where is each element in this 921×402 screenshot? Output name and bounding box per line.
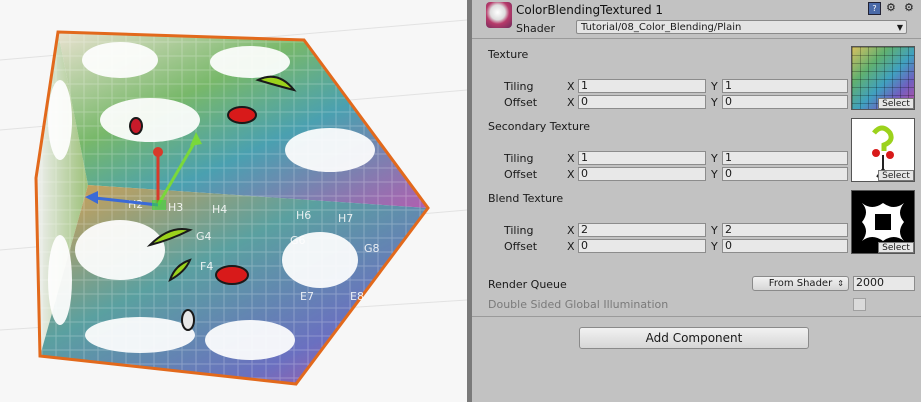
blend-texture-title: Blend Texture	[488, 192, 564, 205]
blend-tiling-y[interactable]: 2	[722, 223, 848, 237]
shader-label: Shader	[516, 22, 555, 35]
secondary-offset-x[interactable]: 0	[578, 167, 706, 181]
cell-label: G8	[364, 242, 380, 255]
blend-offset-x[interactable]: 0	[578, 239, 706, 253]
render-queue-mode-dropdown[interactable]: From Shader ⇕	[752, 276, 849, 291]
secondary-select-button[interactable]: Select	[878, 170, 914, 181]
blend-offset-y[interactable]: 0	[722, 239, 848, 253]
offset-label: Offset	[504, 168, 538, 181]
inspector-panel: ColorBlendingTextured 1 Shader Tutorial/…	[472, 0, 921, 402]
render-queue-mode: From Shader	[768, 278, 833, 289]
material-preview-icon	[486, 2, 512, 28]
double-sided-gi-checkbox[interactable]	[853, 298, 866, 311]
offset-label: Offset	[504, 96, 538, 109]
texture-title: Texture	[488, 48, 529, 61]
cell-label: H4	[212, 203, 227, 216]
scene-view[interactable]: H2 H3 H4 H6 H7 G4 G6 G8 F4 E7 E8	[0, 0, 467, 402]
blend-select-button[interactable]: Select	[878, 242, 914, 253]
chevron-updown-icon: ⇕	[837, 279, 844, 288]
preset-icon[interactable]: ⚙	[886, 1, 896, 14]
secondary-tiling-x[interactable]: 1	[578, 151, 706, 165]
cell-label: H6	[296, 209, 311, 222]
offset-label: Offset	[504, 240, 538, 253]
axis-y-label: Y	[711, 240, 718, 253]
cell-label: H7	[338, 212, 353, 225]
texture-select-button[interactable]: Select	[878, 98, 914, 109]
axis-x-label: X	[567, 96, 575, 109]
cell-label: G4	[196, 230, 212, 243]
chevron-down-icon: ▼	[896, 23, 903, 32]
tiling-label: Tiling	[504, 152, 534, 165]
shader-dropdown[interactable]: Tutorial/08_Color_Blending/Plain ▼	[576, 20, 907, 34]
secondary-offset-y[interactable]: 0	[722, 167, 848, 181]
shader-value: Tutorial/08_Color_Blending/Plain	[581, 22, 742, 33]
cell-label: F4	[200, 260, 213, 273]
axis-y-label: Y	[711, 152, 718, 165]
settings-icon[interactable]: ⚙	[904, 1, 914, 14]
material-name: ColorBlendingTextured 1	[516, 3, 664, 17]
secondary-tiling-y[interactable]: 1	[722, 151, 848, 165]
cell-label: E7	[300, 290, 314, 303]
secondary-texture-title: Secondary Texture	[488, 120, 591, 133]
texture-tiling-x[interactable]: 1	[578, 79, 706, 93]
cell-label: E8	[350, 290, 364, 303]
texture-thumbnail[interactable]: Select	[851, 46, 915, 110]
axis-x-label: X	[567, 224, 575, 237]
render-queue-value[interactable]: 2000	[853, 276, 915, 291]
axis-x-label: X	[567, 168, 575, 181]
axis-x-label: X	[567, 152, 575, 165]
cell-label: H3	[168, 201, 183, 214]
tiling-label: Tiling	[504, 80, 534, 93]
axis-y-label: Y	[711, 168, 718, 181]
help-icon[interactable]: ?	[868, 2, 881, 15]
axis-y-label: Y	[711, 224, 718, 237]
blend-texture-thumbnail[interactable]: Select	[851, 190, 915, 254]
double-sided-gi-label: Double Sided Global Illumination	[488, 298, 669, 311]
scene-canvas: H2 H3 H4 H6 H7 G4 G6 G8 F4 E7 E8	[0, 19, 467, 386]
blend-tiling-x[interactable]: 2	[578, 223, 706, 237]
texture-tiling-y[interactable]: 1	[722, 79, 848, 93]
axis-y-label: Y	[711, 80, 718, 93]
cell-label: G6	[290, 234, 306, 247]
add-component-button[interactable]: Add Component	[579, 327, 809, 349]
axis-y-label: Y	[711, 96, 718, 109]
tiling-label: Tiling	[504, 224, 534, 237]
secondary-texture-thumbnail[interactable]: Select	[851, 118, 915, 182]
render-queue-label: Render Queue	[488, 278, 567, 291]
texture-offset-y[interactable]: 0	[722, 95, 848, 109]
texture-offset-x[interactable]: 0	[578, 95, 706, 109]
axis-x-label: X	[567, 80, 575, 93]
axis-x-label: X	[567, 240, 575, 253]
